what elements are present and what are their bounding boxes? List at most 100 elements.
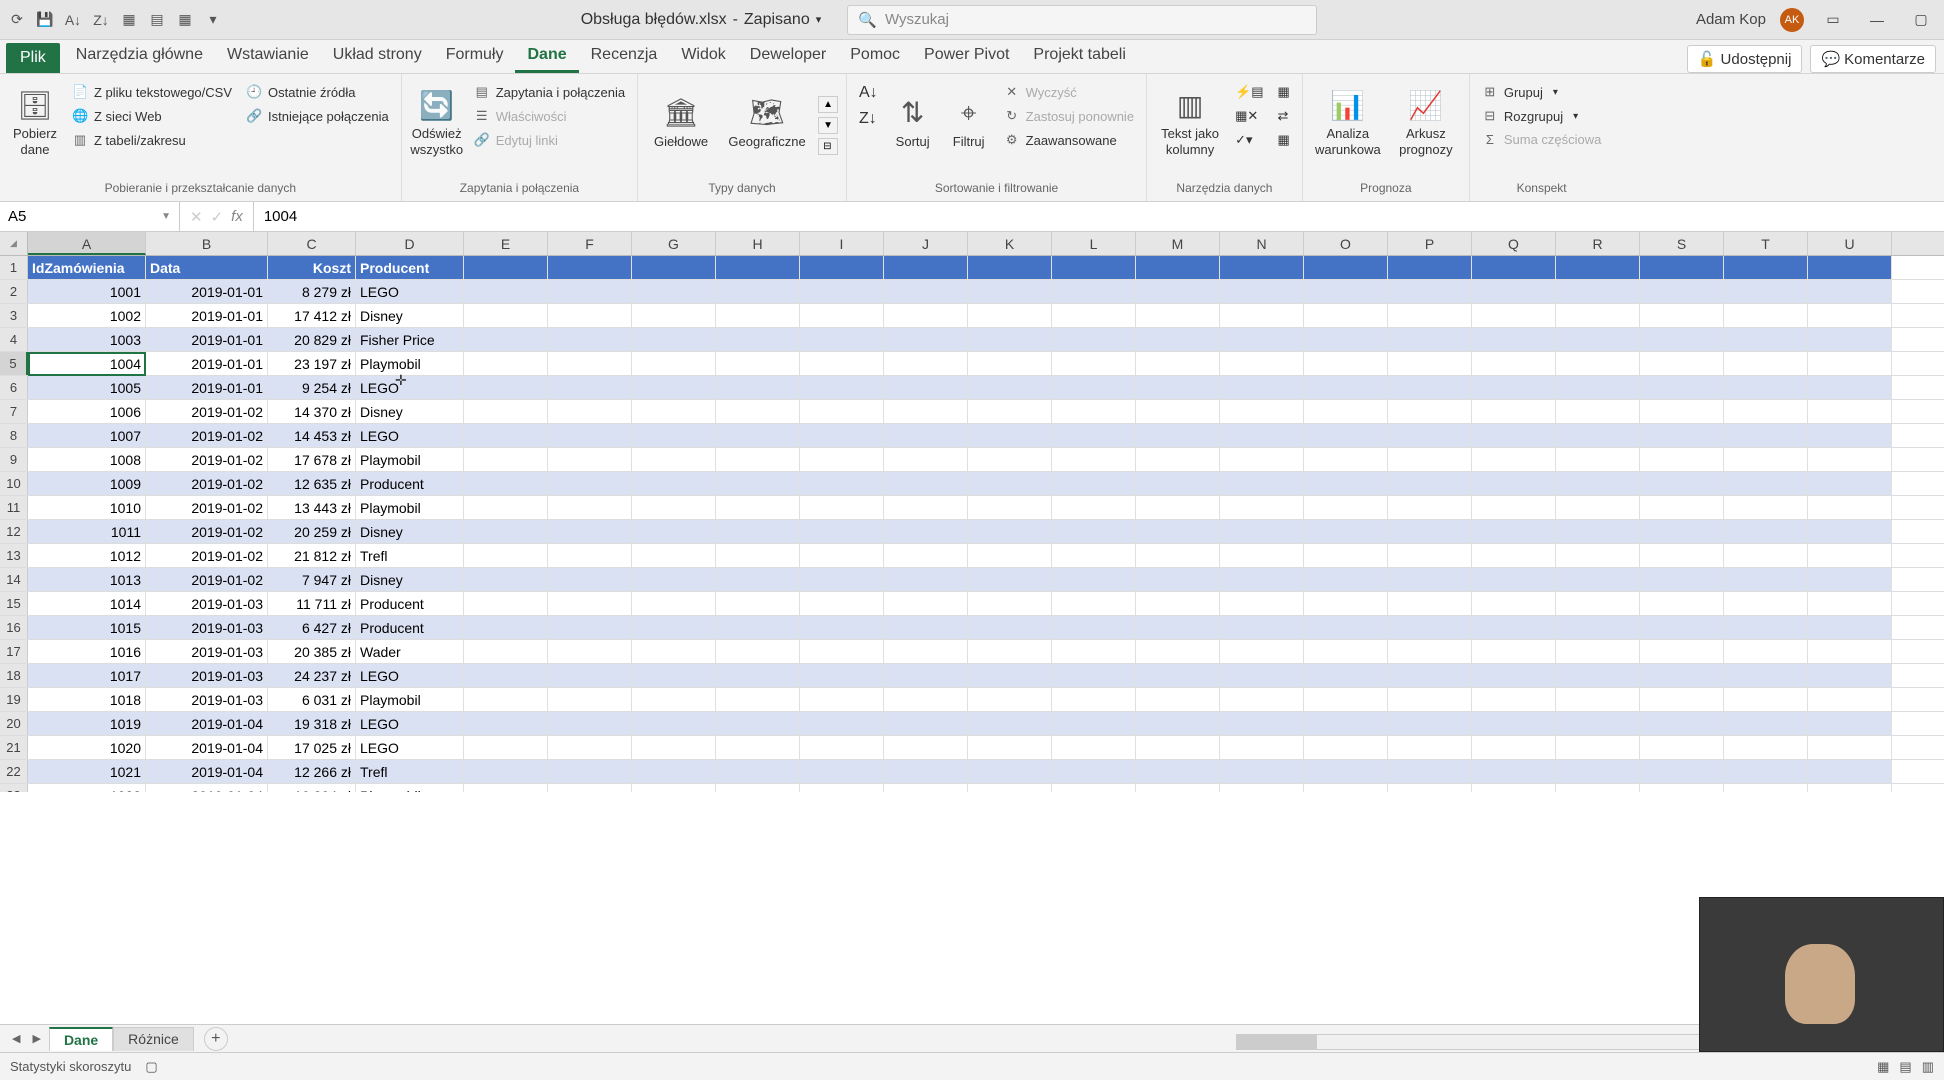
gallery-down-icon[interactable]: ▼ bbox=[818, 117, 838, 134]
select-all-corner[interactable]: ◢ bbox=[0, 232, 28, 255]
cell[interactable] bbox=[1640, 688, 1724, 711]
cell[interactable] bbox=[1136, 400, 1220, 423]
sort-desc-icon[interactable]: Z↓ bbox=[92, 11, 110, 29]
cell[interactable] bbox=[632, 328, 716, 351]
cell[interactable] bbox=[548, 280, 632, 303]
cell[interactable] bbox=[884, 784, 968, 792]
cell[interactable]: Producent bbox=[356, 616, 464, 639]
cell[interactable] bbox=[1220, 424, 1304, 447]
cell[interactable] bbox=[548, 592, 632, 615]
cell[interactable]: 1005 bbox=[28, 376, 146, 399]
cell[interactable]: 1004 bbox=[28, 352, 146, 375]
row-header[interactable]: 17 bbox=[0, 640, 28, 663]
col-header-C[interactable]: C bbox=[268, 232, 356, 255]
comments-button[interactable]: 💬 Komentarze bbox=[1810, 45, 1936, 73]
row-header[interactable]: 7 bbox=[0, 400, 28, 423]
col-header-T[interactable]: T bbox=[1724, 232, 1808, 255]
cell[interactable] bbox=[548, 760, 632, 783]
cell[interactable] bbox=[548, 616, 632, 639]
cell[interactable] bbox=[1220, 448, 1304, 471]
cell[interactable] bbox=[1808, 760, 1892, 783]
cell[interactable] bbox=[884, 568, 968, 591]
cell[interactable] bbox=[464, 472, 548, 495]
cell[interactable] bbox=[1472, 448, 1556, 471]
cell[interactable] bbox=[716, 496, 800, 519]
cell[interactable] bbox=[1556, 568, 1640, 591]
remove-duplicates-button[interactable]: ▦✕ bbox=[1231, 106, 1267, 126]
cell[interactable] bbox=[1472, 376, 1556, 399]
refresh-all-button[interactable]: 🔄 Odśwież wszystko bbox=[410, 78, 464, 168]
cell[interactable] bbox=[464, 616, 548, 639]
cell[interactable]: 1007 bbox=[28, 424, 146, 447]
cell[interactable]: LEGO bbox=[356, 664, 464, 687]
cell[interactable] bbox=[1724, 328, 1808, 351]
cell[interactable] bbox=[1304, 616, 1388, 639]
cell[interactable] bbox=[632, 496, 716, 519]
cell[interactable] bbox=[464, 376, 548, 399]
cell[interactable] bbox=[1472, 616, 1556, 639]
sort-za-button[interactable]: Z↓ bbox=[855, 108, 882, 130]
cell[interactable] bbox=[1388, 280, 1472, 303]
cell[interactable] bbox=[1052, 784, 1136, 792]
cell[interactable]: LEGO bbox=[356, 424, 464, 447]
cell[interactable]: 2019-01-03 bbox=[146, 640, 268, 663]
cell[interactable] bbox=[968, 400, 1052, 423]
cell[interactable] bbox=[968, 256, 1052, 279]
cell[interactable] bbox=[1808, 400, 1892, 423]
cell[interactable]: 2019-01-03 bbox=[146, 664, 268, 687]
cell[interactable]: Trefl bbox=[356, 760, 464, 783]
cell[interactable] bbox=[1220, 616, 1304, 639]
cell[interactable]: LEGO bbox=[356, 376, 464, 399]
namebox-dropdown-icon[interactable]: ▼ bbox=[161, 211, 171, 222]
cell[interactable] bbox=[1220, 376, 1304, 399]
cell[interactable] bbox=[800, 424, 884, 447]
col-header-B[interactable]: B bbox=[146, 232, 268, 255]
cell[interactable] bbox=[1808, 520, 1892, 543]
cell[interactable] bbox=[464, 448, 548, 471]
cell[interactable] bbox=[1388, 448, 1472, 471]
cell[interactable] bbox=[800, 568, 884, 591]
cell[interactable] bbox=[1052, 472, 1136, 495]
cell[interactable] bbox=[716, 760, 800, 783]
header-cell[interactable]: Koszt bbox=[268, 256, 356, 279]
save-icon[interactable]: 💾 bbox=[36, 11, 54, 29]
cell[interactable] bbox=[1724, 688, 1808, 711]
cell[interactable] bbox=[716, 352, 800, 375]
cell[interactable] bbox=[1052, 280, 1136, 303]
row-header[interactable]: 6 bbox=[0, 376, 28, 399]
cell[interactable] bbox=[1640, 616, 1724, 639]
col-header-N[interactable]: N bbox=[1220, 232, 1304, 255]
cell[interactable]: 1019 bbox=[28, 712, 146, 735]
tab-narzędzia-główne[interactable]: Narzędzia główne bbox=[64, 40, 215, 73]
cell[interactable] bbox=[968, 376, 1052, 399]
cell[interactable]: Producent bbox=[356, 592, 464, 615]
row-header[interactable]: 10 bbox=[0, 472, 28, 495]
cell[interactable] bbox=[884, 664, 968, 687]
cell[interactable] bbox=[1556, 280, 1640, 303]
cell[interactable] bbox=[1388, 760, 1472, 783]
cell[interactable] bbox=[1724, 712, 1808, 735]
cell[interactable]: 20 259 zł bbox=[268, 520, 356, 543]
cell[interactable] bbox=[1052, 520, 1136, 543]
cell[interactable] bbox=[1052, 352, 1136, 375]
cell[interactable]: 1018 bbox=[28, 688, 146, 711]
cell[interactable] bbox=[1640, 448, 1724, 471]
col-header-E[interactable]: E bbox=[464, 232, 548, 255]
col-header-G[interactable]: G bbox=[632, 232, 716, 255]
cell[interactable]: LEGO bbox=[356, 736, 464, 759]
cell[interactable] bbox=[1052, 592, 1136, 615]
cell[interactable] bbox=[1220, 304, 1304, 327]
tab-widok[interactable]: Widok bbox=[669, 40, 737, 73]
cell[interactable] bbox=[1556, 592, 1640, 615]
cell[interactable] bbox=[800, 592, 884, 615]
cell[interactable] bbox=[968, 568, 1052, 591]
cell[interactable]: 2019-01-03 bbox=[146, 592, 268, 615]
cell[interactable] bbox=[632, 616, 716, 639]
cell[interactable]: 1011 bbox=[28, 520, 146, 543]
cell[interactable] bbox=[1556, 688, 1640, 711]
cell[interactable] bbox=[632, 736, 716, 759]
autosave-icon[interactable]: ⟳ bbox=[8, 11, 26, 29]
cell[interactable] bbox=[1304, 664, 1388, 687]
col-header-S[interactable]: S bbox=[1640, 232, 1724, 255]
cell[interactable] bbox=[884, 256, 968, 279]
